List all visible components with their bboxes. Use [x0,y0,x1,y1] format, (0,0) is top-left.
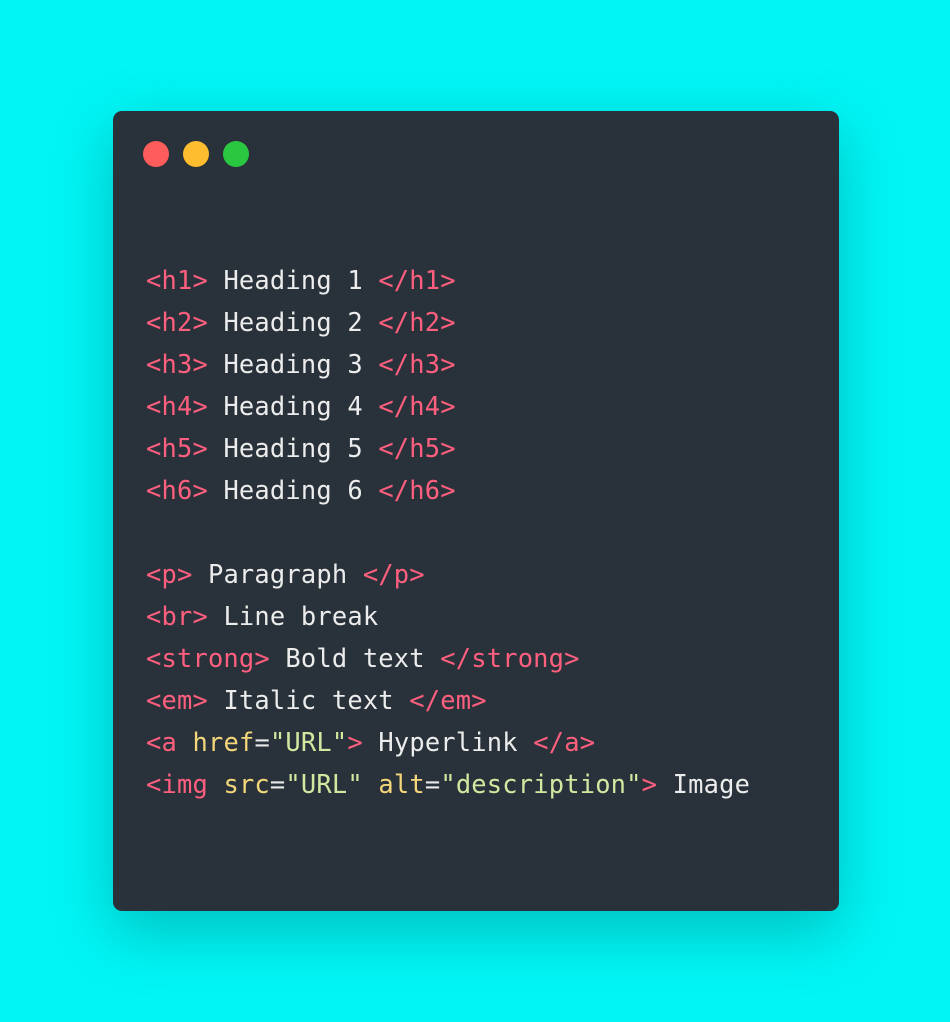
open-tag: <strong> [146,643,270,673]
open-tag: <h1> [146,265,208,295]
close-tag: </a> [533,727,596,757]
attribute-value: "URL" [285,769,363,799]
close-tag: </h5> [378,433,456,463]
code-line-a: <a href="URL"> Hyperlink </a> [146,721,829,763]
tag-content: Heading 4 [207,391,379,421]
code-line-strong: <strong> Bold text </strong> [146,637,829,679]
close-tag: </h1> [378,265,456,295]
tag-content: Heading 6 [207,475,379,505]
attribute-name: href [192,727,255,757]
tag-content: Heading 3 [207,349,379,379]
open-tag: <h2> [146,307,208,337]
open-tag: <h4> [146,391,208,421]
code-line-h1: <h1> Heading 1 </h1> [146,259,829,301]
code-line-h4: <h4> Heading 4 </h4> [146,385,829,427]
tag-content: Hyperlink [362,727,534,757]
code-line-h6: <h6> Heading 6 </h6> [146,469,829,511]
tag-content: Bold text [269,643,441,673]
code-line-br: <br> Line break [146,595,829,637]
close-tag: </em> [409,685,487,715]
equals-sign: = [424,769,441,799]
open-tag: <h3> [146,349,208,379]
close-tag: </h6> [378,475,456,505]
code-block: <h1> Heading 1 </h1> <h2> Heading 2 </h2… [146,259,829,805]
code-line-em: <em> Italic text </em> [146,679,829,721]
open-tag-end: > [641,769,658,799]
open-tag: <p> [146,559,193,589]
code-line-h5: <h5> Heading 5 </h5> [146,427,829,469]
code-line-img: <img src="URL" alt="description"> Image [146,763,829,805]
open-tag: <h6> [146,475,208,505]
close-tag: </strong> [440,643,580,673]
tag-content: Line break [207,601,379,631]
window-controls [143,141,249,167]
open-tag: <br> [146,601,208,631]
minimize-dot-icon[interactable] [183,141,209,167]
code-line-p: <p> Paragraph </p> [146,553,829,595]
code-line-h2: <h2> Heading 2 </h2> [146,301,829,343]
tag-content: Italic text [207,685,410,715]
equals-sign: = [269,769,286,799]
code-line-h3: <h3> Heading 3 </h3> [146,343,829,385]
open-tag-start: <img [146,769,208,799]
close-tag: </p> [362,559,425,589]
close-dot-icon[interactable] [143,141,169,167]
equals-sign: = [254,727,270,757]
attribute-value: "URL" [269,727,348,757]
tag-content: Paragraph [192,559,363,589]
close-tag: </h3> [378,349,456,379]
attribute-value: "description" [440,769,642,799]
tag-content: Image [657,769,751,799]
maximize-dot-icon[interactable] [223,141,249,167]
open-tag-start: <a [146,727,177,757]
tag-content: Heading 2 [207,307,379,337]
open-tag: <em> [146,685,208,715]
tag-content: Heading 5 [207,433,379,463]
tag-content: Heading 1 [207,265,379,295]
code-window: <h1> Heading 1 </h1> <h2> Heading 2 </h2… [113,111,839,911]
attribute-name: src [223,769,270,799]
open-tag-end: > [347,727,363,757]
close-tag: </h4> [378,391,456,421]
open-tag: <h5> [146,433,208,463]
attribute-name: alt [378,769,425,799]
close-tag: </h2> [378,307,456,337]
